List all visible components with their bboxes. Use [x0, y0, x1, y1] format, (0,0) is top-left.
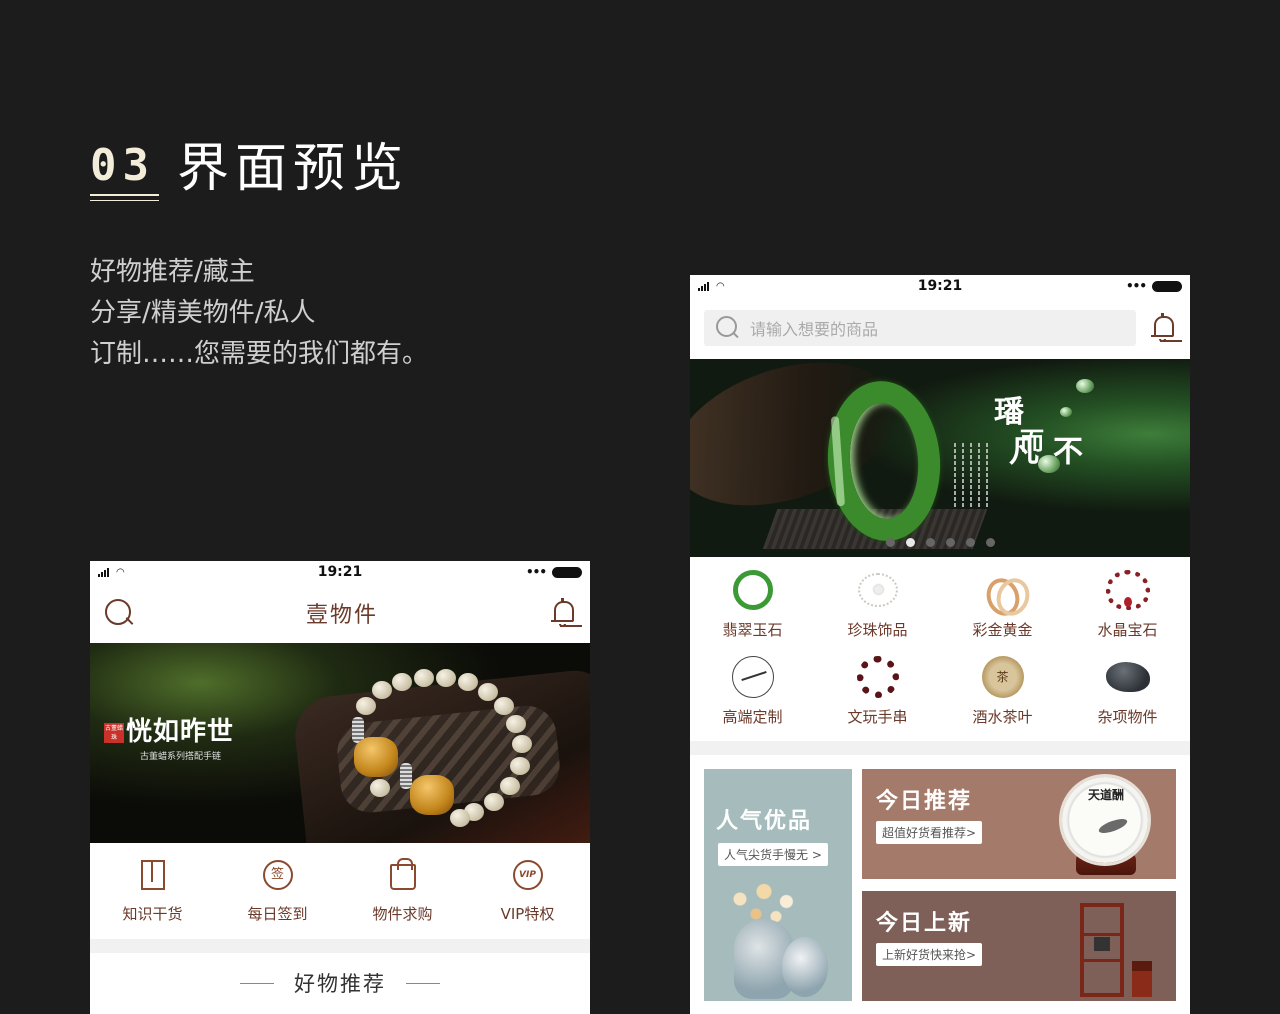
vase-image — [782, 937, 828, 997]
tea-cake-icon: 茶 — [981, 656, 1024, 698]
promo-card-popular[interactable]: 人气优品 人气尖货手慢无 > — [704, 769, 852, 1001]
category-grid: 翡翠玉石 珍珠饰品 彩金黄金 水晶宝石 高端定制 文玩手串 茶 酒水茶叶 杂项物 — [690, 557, 1190, 741]
bell-icon[interactable] — [550, 598, 576, 628]
category-misc[interactable]: 杂项物件 — [1065, 654, 1190, 740]
water-drop-image — [1038, 455, 1060, 473]
search-placeholder: 请输入想要的商品 — [750, 320, 879, 339]
carousel-dot[interactable] — [965, 538, 975, 547]
category-label: 珍珠饰品 — [847, 621, 908, 639]
status-bar: ◠ 19:21 ••• — [90, 561, 590, 583]
quick-action-wanted[interactable]: 物件求购 — [340, 858, 465, 939]
quick-action-label: 知识干货 — [122, 905, 183, 923]
promo-title: 人气优品 — [716, 809, 813, 834]
promo-tag: 上新好货快来抢> — [876, 943, 983, 966]
section-heading: 03 界面预览 — [90, 139, 409, 201]
quick-action-label: 每日签到 — [247, 905, 308, 923]
search-row: 请输入想要的商品 — [690, 297, 1190, 359]
plate-inscription: 天道酬 — [1088, 788, 1125, 802]
hero-banner[interactable]: 璠 而 不凡 — [690, 359, 1190, 557]
quick-action-knowledge[interactable]: 知识干货 — [90, 859, 215, 939]
section-number: 03 — [90, 140, 159, 201]
category-pearl[interactable]: 珍珠饰品 — [815, 567, 940, 653]
bead-bracelet-image — [260, 663, 532, 843]
custom-ornament-icon — [731, 656, 774, 698]
jade-bangle-icon — [732, 570, 773, 610]
divider — [690, 741, 1190, 755]
intro-line: 分享/精美物件/私人 — [90, 298, 316, 328]
vip-icon: VIP — [512, 860, 543, 890]
status-bar: ◠ 19:21 ••• — [690, 275, 1190, 297]
water-drop-image — [1076, 379, 1094, 393]
divider-line — [406, 982, 440, 984]
status-time: 19:21 — [317, 564, 363, 580]
carousel-dot[interactable] — [945, 538, 955, 547]
poem-text-lines — [954, 443, 988, 507]
carousel-dot[interactable] — [985, 538, 995, 547]
category-crystal[interactable]: 水晶宝石 — [1065, 567, 1190, 653]
category-prayer-beads[interactable]: 文玩手串 — [815, 654, 940, 740]
carousel-dot[interactable] — [925, 538, 935, 547]
section-title: 界面预览 — [176, 139, 409, 199]
carousel-dot[interactable] — [885, 538, 895, 547]
side-cabinet-image — [1132, 961, 1152, 997]
category-label: 酒水茶叶 — [972, 708, 1033, 726]
intro-text: 好物推荐/藏主 分享/精美物件/私人 订制……您需要的我们都有。 — [90, 252, 428, 375]
bell-icon[interactable] — [1150, 313, 1176, 343]
quick-action-daily-sign-in[interactable]: 签 每日签到 — [215, 859, 340, 939]
water-drop-image — [1060, 407, 1072, 417]
category-tea-wine[interactable]: 茶 酒水茶叶 — [940, 654, 1065, 740]
promo-title: 今日推荐 — [876, 789, 973, 814]
banner-subtitle: 古董蜡系列搭配手链 — [140, 752, 222, 762]
app-title: 壹物件 — [305, 603, 378, 628]
intro-line: 订制……您需要的我们都有。 — [90, 339, 429, 369]
promo-tag: 超值好货看推荐> — [876, 821, 983, 844]
quick-action-label: 物件求购 — [372, 905, 433, 923]
porcelain-plate-image: 天道酬 — [1062, 777, 1148, 863]
stone-icon — [1105, 662, 1150, 692]
sign-in-icon: 签 — [262, 860, 293, 890]
pearl-necklace-icon — [857, 573, 898, 607]
search-icon[interactable] — [104, 598, 134, 628]
app-header: 壹物件 — [90, 583, 590, 643]
divider — [90, 939, 590, 953]
quick-action-vip[interactable]: VIP VIP特权 — [465, 859, 590, 939]
category-label: 翡翠玉石 — [722, 621, 783, 639]
category-label: 水晶宝石 — [1097, 621, 1158, 639]
carousel-dot[interactable] — [905, 538, 915, 547]
crystal-bracelet-icon — [1105, 570, 1150, 610]
recommend-section-header: 好物推荐 — [90, 953, 590, 1013]
phone-shop-screen: ◠ 19:21 ••• 请输入想要的商品 璠 而 不凡 翡翠玉石 珍珠饰品 彩金… — [690, 275, 1190, 1014]
brand-seal: 古董蜡珠 — [104, 723, 124, 743]
intro-line: 好物推荐/藏主 — [90, 257, 255, 287]
category-label: 杂项物件 — [1097, 708, 1158, 726]
category-custom[interactable]: 高端定制 — [690, 654, 815, 740]
quick-action-label: VIP特权 — [500, 905, 555, 923]
wooden-shelf-image — [1080, 903, 1124, 997]
category-label: 高端定制 — [722, 708, 783, 726]
search-icon — [716, 316, 740, 340]
carousel-dots — [690, 538, 1190, 547]
promo-tag: 人气尖货手慢无 > — [718, 843, 828, 866]
phone-home-screen: ◠ 19:21 ••• 壹物件 古董蜡珠 恍如昨世 古董蜡系列搭配手链 知识干货… — [90, 561, 590, 1014]
category-gold[interactable]: 彩金黄金 — [940, 567, 1065, 653]
recommend-section-title: 好物推荐 — [294, 972, 386, 996]
quick-actions: 知识干货 签 每日签到 物件求购 VIP VIP特权 — [90, 843, 590, 939]
gold-rings-icon — [983, 570, 1023, 610]
hero-banner[interactable]: 古董蜡珠 恍如昨世 古董蜡系列搭配手链 — [90, 643, 590, 843]
category-label: 彩金黄金 — [972, 621, 1033, 639]
book-icon — [140, 860, 165, 890]
promo-card-today-pick[interactable]: 今日推荐 超值好货看推荐> 天道酬 — [862, 769, 1176, 879]
promo-title: 今日上新 — [876, 911, 973, 936]
prayer-beads-icon — [856, 656, 899, 698]
category-label: 文玩手串 — [847, 708, 908, 726]
search-input[interactable]: 请输入想要的商品 — [704, 310, 1136, 346]
status-time: 19:21 — [917, 278, 963, 294]
divider-line — [240, 982, 274, 984]
promo-section: 人气优品 人气尖货手慢无 > 今日推荐 超值好货看推荐> 天道酬 今日上新 上新… — [690, 755, 1190, 1014]
category-jade[interactable]: 翡翠玉石 — [690, 567, 815, 653]
shopping-bag-icon — [389, 858, 416, 890]
promo-card-today-new[interactable]: 今日上新 上新好货快来抢> — [862, 891, 1176, 1001]
banner-slogan: 恍如昨世 — [126, 717, 235, 747]
